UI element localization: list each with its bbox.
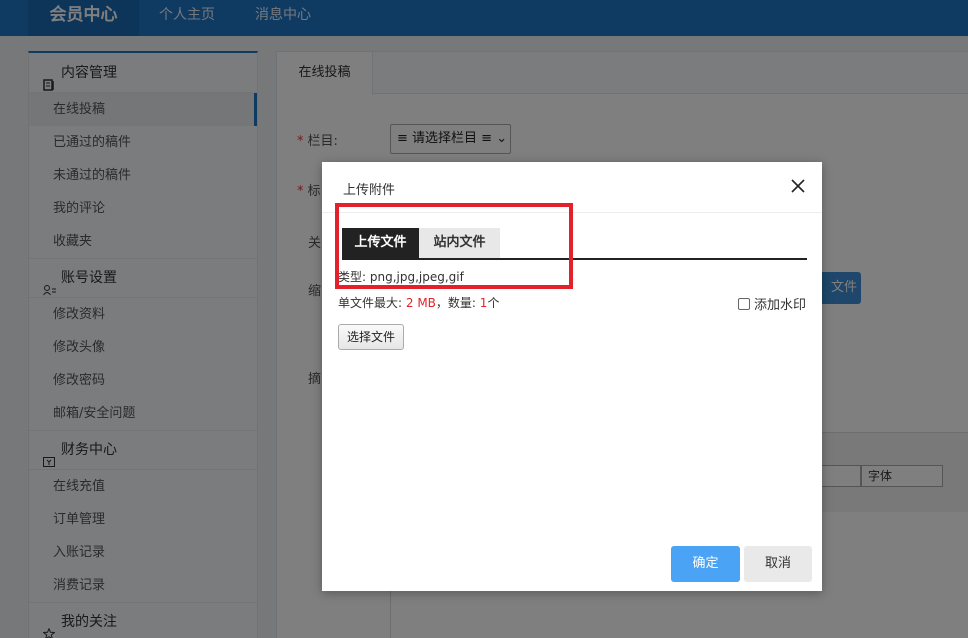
watermark-checkbox[interactable] [737, 297, 750, 310]
dialog-header: 上传附件 [322, 162, 822, 213]
upload-dialog: 上传附件 上传文件 站内文件 类型: png,jpg,jpeg,gif 单文件最… [322, 162, 822, 591]
close-icon[interactable] [788, 176, 808, 196]
file-types-text: 类型: png,jpg,jpeg,gif [338, 270, 464, 284]
dialog-title: 上传附件 [343, 183, 396, 198]
choose-file-button[interactable]: 选择文件 [338, 324, 404, 350]
cancel-button[interactable]: 取消 [744, 546, 812, 582]
file-limit-text: 单文件最大: 2 MB，数量: 1个 [338, 296, 500, 310]
confirm-button[interactable]: 确定 [671, 546, 740, 582]
watermark-option[interactable]: 添加水印 [737, 294, 806, 313]
tab-upload-file[interactable]: 上传文件 [342, 228, 419, 258]
tab-site-files[interactable]: 站内文件 [419, 228, 500, 258]
watermark-label: 添加水印 [753, 298, 806, 313]
upload-tabs: 上传文件 站内文件 [342, 228, 807, 260]
